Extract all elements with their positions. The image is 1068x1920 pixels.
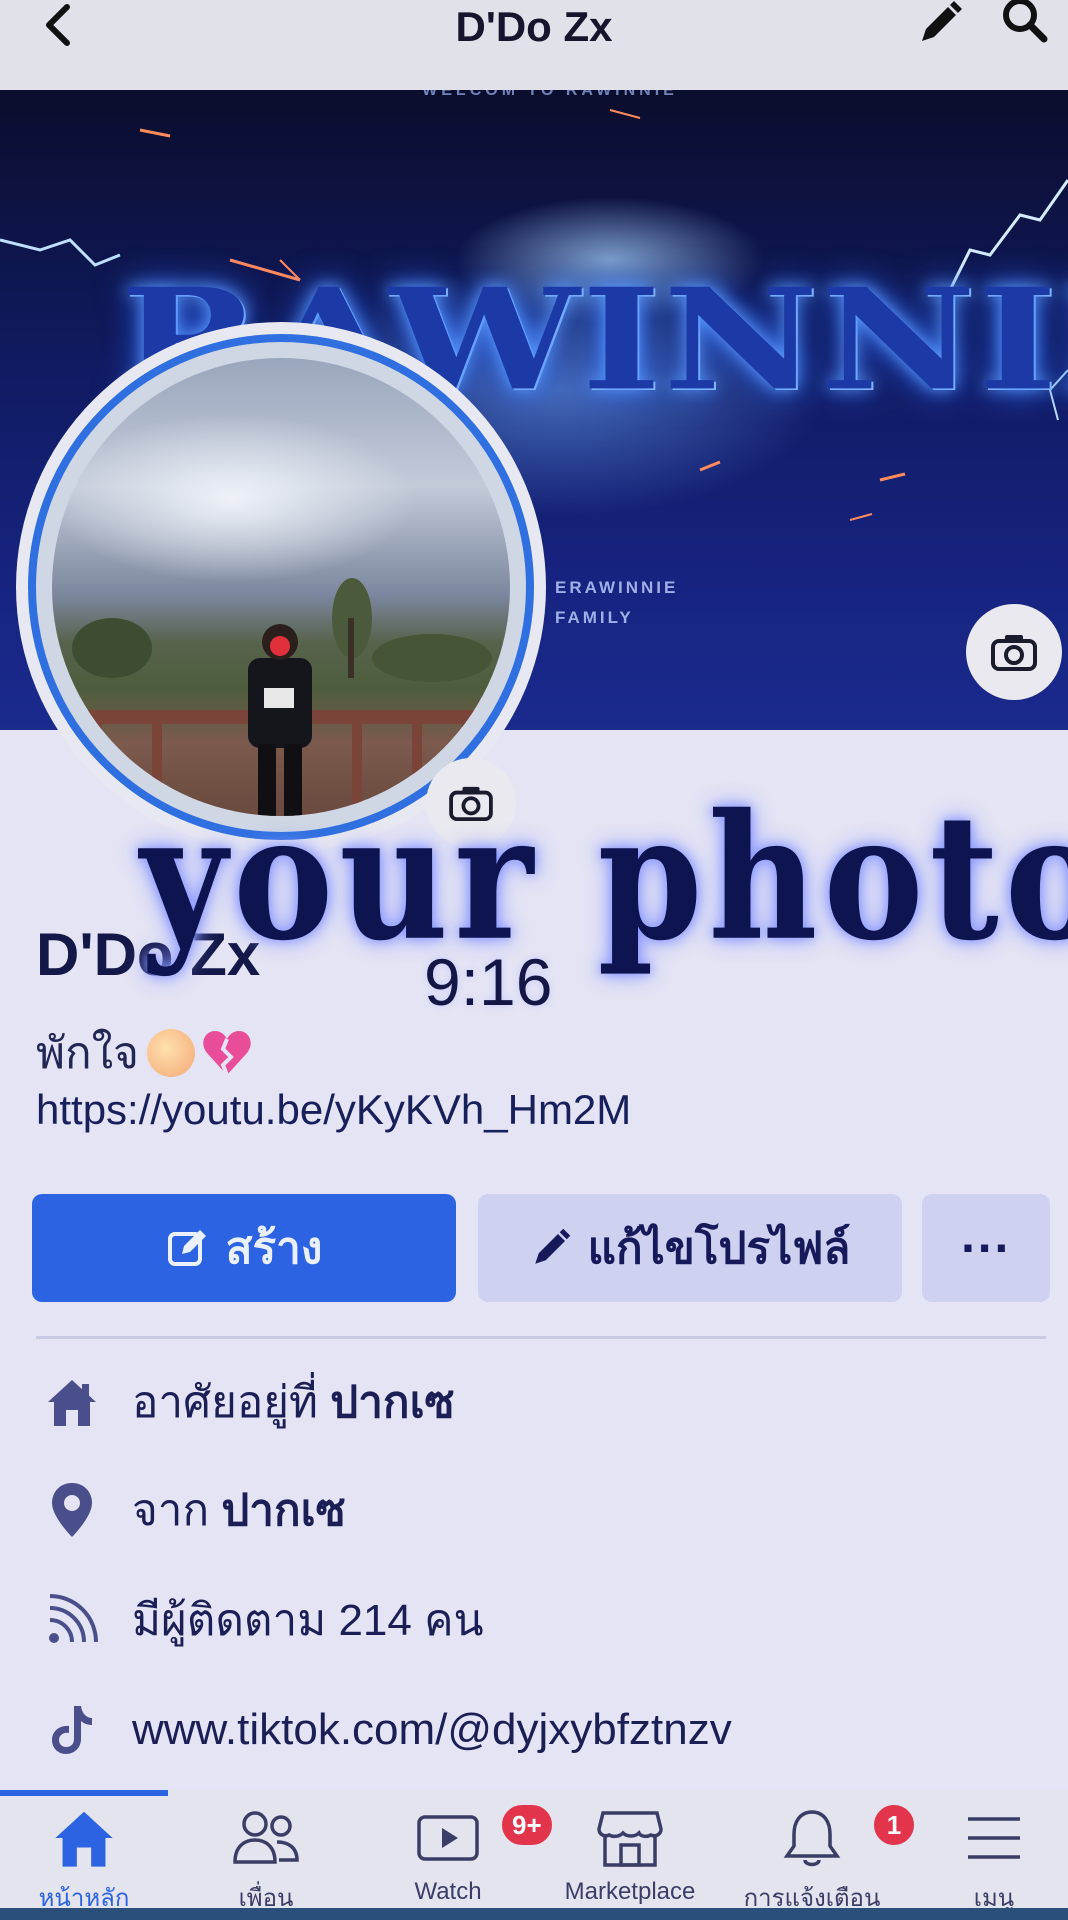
top-bar: D'Do Zx bbox=[0, 0, 1068, 90]
divider bbox=[36, 1336, 1046, 1339]
nav-home[interactable]: หน้าหลัก bbox=[4, 1800, 164, 1920]
cover-camera-button[interactable] bbox=[966, 604, 1062, 700]
pencil-icon bbox=[922, 1, 962, 41]
search-button[interactable] bbox=[994, 0, 1054, 46]
more-options-label: ··· bbox=[961, 1220, 1011, 1276]
compose-icon bbox=[166, 1226, 210, 1270]
nav-active-indicator bbox=[0, 1790, 168, 1796]
cover-welcome-text: WELCOM TO RAWINNIE bbox=[422, 90, 678, 99]
cover-tag-1: ERAWINNIE bbox=[555, 578, 679, 597]
edit-profile-label: แก้ไขโปรไฟล์ bbox=[587, 1224, 851, 1273]
create-button[interactable]: สร้าง bbox=[32, 1194, 456, 1302]
watch-badge: 9+ bbox=[499, 1802, 555, 1848]
notifications-badge: 1 bbox=[871, 1802, 917, 1848]
info-prefix: อาศัยอยู่ที่ bbox=[132, 1378, 319, 1427]
page-title: D'Do Zx bbox=[455, 3, 613, 50]
nav-menu[interactable]: เมนู bbox=[914, 1800, 1068, 1920]
info-row-from: จาก ปากเซ bbox=[40, 1470, 1040, 1550]
location-pin-icon bbox=[40, 1478, 104, 1542]
back-button[interactable] bbox=[28, 0, 88, 50]
pencil-icon bbox=[530, 1227, 572, 1269]
nav-friends[interactable]: เพื่อน bbox=[186, 1800, 346, 1920]
screen-bottom-edge bbox=[0, 1908, 1068, 1920]
home-icon bbox=[55, 1811, 113, 1867]
bio-text: พักใจ bbox=[36, 1029, 139, 1078]
watch-icon bbox=[417, 1815, 479, 1861]
cover-tag-2: FAMILY bbox=[555, 608, 634, 627]
info-row-lives-in: อาศัยอยู่ที่ ปากเซ bbox=[40, 1362, 1040, 1442]
edit-button[interactable] bbox=[912, 0, 968, 46]
home-icon bbox=[40, 1370, 104, 1434]
marketplace-icon bbox=[597, 1811, 663, 1867]
info-row-tiktok[interactable]: www.tiktok.com/@dyjxybfztnzv bbox=[40, 1690, 1040, 1770]
info-value: ปากเซ bbox=[221, 1486, 346, 1535]
menu-icon bbox=[968, 1817, 1020, 1859]
rss-followers-icon bbox=[40, 1588, 104, 1652]
nav-watch[interactable]: 9+ Watch bbox=[368, 1800, 555, 1920]
info-row-followers: มีผู้ติดตาม 214 คน bbox=[40, 1580, 1040, 1660]
info-tiktok-text: www.tiktok.com/@dyjxybfztnzv bbox=[132, 1705, 732, 1754]
melting-face-emoji-icon bbox=[146, 1029, 195, 1077]
more-options-button[interactable]: ··· bbox=[922, 1194, 1050, 1302]
bell-icon bbox=[783, 1810, 841, 1867]
edit-profile-button[interactable]: แก้ไขโปรไฟล์ bbox=[478, 1194, 902, 1302]
info-prefix: จาก bbox=[132, 1486, 210, 1535]
info-value: ปากเซ bbox=[330, 1378, 455, 1427]
chevron-left-icon bbox=[46, 4, 70, 46]
friends-icon bbox=[233, 1811, 299, 1864]
profile-bio: พักใจ bbox=[36, 1018, 253, 1088]
avatar-photo bbox=[52, 358, 510, 816]
nav-marketplace[interactable]: Marketplace bbox=[550, 1800, 710, 1920]
nav-marketplace-label: Marketplace bbox=[564, 1878, 696, 1905]
create-button-label: สร้าง bbox=[225, 1224, 323, 1273]
camera-icon bbox=[991, 635, 1037, 671]
nav-watch-label: Watch bbox=[414, 1878, 482, 1905]
search-icon bbox=[1003, 0, 1048, 43]
avatar-scene bbox=[52, 578, 510, 816]
info-followers-text: มีผู้ติดตาม 214 คน bbox=[132, 1596, 484, 1645]
nav-notifications[interactable]: 1 การแจ้งเตือน bbox=[732, 1800, 917, 1920]
tiktok-icon bbox=[40, 1698, 104, 1762]
timecode-overlay: 9:16 bbox=[424, 945, 553, 1019]
profile-link[interactable]: https://youtu.be/yKyKVh_Hm2M bbox=[36, 1086, 631, 1134]
broken-heart-emoji-icon bbox=[203, 1031, 251, 1076]
